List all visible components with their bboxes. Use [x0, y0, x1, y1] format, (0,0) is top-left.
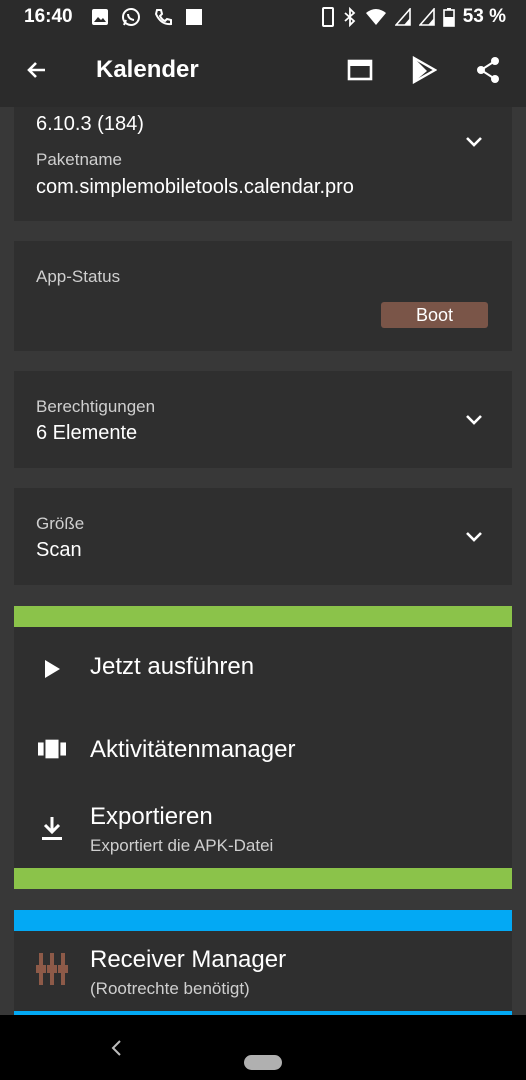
download-icon [42, 817, 62, 840]
chevron-down-icon[interactable] [464, 409, 484, 429]
chevron-down-icon[interactable] [464, 526, 484, 546]
battery-percent: 53 % [462, 5, 506, 27]
image-icon [91, 8, 108, 25]
download-icon-wrap [38, 814, 66, 842]
page-title: Kalender [96, 56, 199, 83]
actions-group-top-strip [14, 606, 512, 627]
square-icon [185, 8, 202, 25]
carousel-icon-wrap [38, 735, 66, 763]
share-icon [477, 57, 499, 83]
open-window-button[interactable] [328, 38, 392, 102]
activity-manager-item[interactable]: Aktivitätenmanager [14, 711, 512, 787]
back-button[interactable] [0, 33, 74, 107]
signal-icon [418, 7, 435, 26]
play-icon [45, 660, 60, 678]
size-label: Größe [36, 514, 85, 533]
share-button[interactable] [456, 38, 520, 102]
receiver-manager-subtitle: (Rootrechte benötigt) [90, 979, 250, 998]
version-card[interactable]: 6.10.3 (184) Paketname com.simplemobilet… [14, 107, 512, 221]
carousel-icon [38, 739, 66, 759]
call-icon [154, 8, 172, 25]
size-value: Scan [36, 539, 82, 561]
activity-manager-label: Aktivitätenmanager [90, 736, 296, 763]
arrow-back-icon [27, 62, 45, 78]
window-icon [347, 59, 373, 81]
app-bar-actions [328, 38, 526, 102]
version-text: 6.10.3 (184) [36, 113, 144, 135]
package-label: Paketname [36, 150, 122, 169]
nav-home-pill[interactable] [244, 1055, 282, 1070]
app-bar: Kalender [0, 33, 526, 107]
run-now-label: Jetzt ausführen [90, 653, 255, 680]
status-badge[interactable]: Boot [381, 302, 488, 328]
wifi-icon [365, 8, 386, 25]
export-label: Exportieren [90, 803, 213, 830]
size-card[interactable]: Größe Scan [14, 488, 512, 585]
status-system-icons: 53 % [321, 6, 506, 28]
chevron-down-icon[interactable] [464, 131, 484, 151]
actions-group-bottom-strip [14, 868, 512, 889]
bluetooth-icon [344, 6, 355, 27]
run-now-item[interactable]: Jetzt ausführen [14, 627, 512, 711]
permissions-card[interactable]: Berechtigungen 6 Elemente [14, 371, 512, 468]
battery-icon [442, 7, 455, 27]
phone-icon [321, 6, 334, 27]
app-status-card: App-Status Boot [14, 241, 512, 351]
navigation-bar [0, 1015, 526, 1080]
root-group-top-strip [14, 910, 512, 931]
signal-icon [394, 7, 411, 26]
play-store-button[interactable] [392, 38, 456, 102]
receiver-manager-label: Receiver Manager [90, 946, 287, 973]
actions-group: Jetzt ausführen Aktivitätenmanager Expor… [14, 606, 512, 889]
app-status-label: App-Status [36, 267, 121, 286]
status-notification-icons [91, 7, 203, 27]
nav-back-icon[interactable] [107, 1038, 125, 1058]
status-time: 16:40 [24, 5, 73, 27]
root-group: Receiver Manager (Rootrechte benötigt) [14, 910, 512, 1015]
whatsapp-icon [121, 7, 140, 26]
play-icon-wrap [38, 655, 66, 683]
permissions-label: Berechtigungen [36, 397, 156, 416]
receiver-icon [36, 953, 68, 985]
play-store-icon [412, 56, 437, 84]
package-value: com.simplemobiletools.calendar.pro [36, 176, 354, 198]
status-bar: 16:40 53 % [0, 0, 526, 33]
export-item[interactable]: Exportieren Exportiert die APK-Datei [14, 787, 512, 868]
permissions-value: 6 Elemente [36, 422, 138, 444]
export-subtitle: Exportiert die APK-Datei [90, 836, 274, 855]
receiver-icon-wrap [35, 953, 69, 985]
receiver-manager-item[interactable]: Receiver Manager (Rootrechte benötigt) [14, 931, 512, 1011]
